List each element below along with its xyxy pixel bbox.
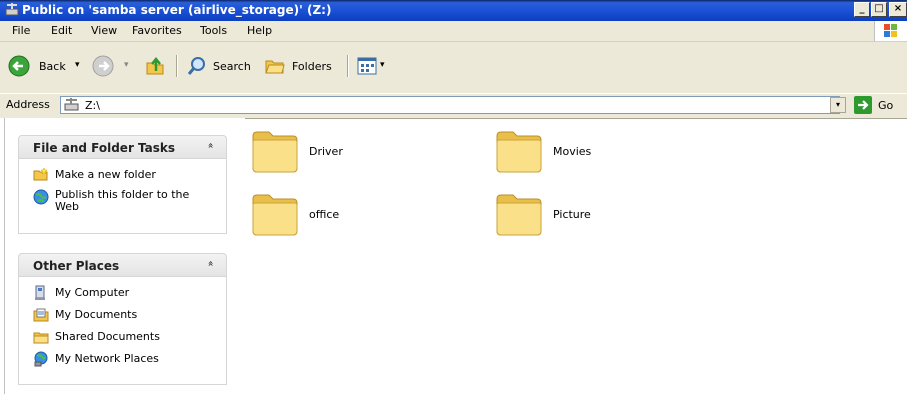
task-pane: File and Folder Tasks » Make a new folde… (0, 118, 245, 394)
tasks-panel-title: File and Folder Tasks (33, 141, 176, 155)
up-folder-button[interactable] (144, 55, 166, 80)
place-my-network-places[interactable]: My Network Places (33, 351, 159, 367)
collapse-chevron-icon[interactable]: » (205, 260, 216, 266)
folder-name: office (309, 208, 340, 221)
forward-dropdown-icon[interactable]: ▾ (124, 60, 129, 70)
toolbar: Back ▾ ▾ Search Folders ▾ (0, 42, 907, 93)
menu-favorites[interactable]: Favorites (132, 24, 182, 37)
menu-bar: File Edit View Favorites Tools Help (0, 21, 907, 42)
place-my-documents[interactable]: My Documents (33, 307, 137, 323)
folders-label: Folders (292, 60, 332, 73)
folder-name: Picture (553, 208, 591, 221)
my-computer-icon (33, 285, 49, 301)
collapse-chevron-icon[interactable]: » (205, 142, 216, 148)
folder-view: Driver Movies office Picture (245, 118, 907, 394)
network-places-icon (33, 351, 49, 367)
toolbar-separator (347, 55, 349, 77)
close-button[interactable]: × (889, 2, 907, 17)
folder-item[interactable]: Driver (251, 128, 451, 180)
search-icon (186, 55, 208, 80)
folder-icon (252, 194, 298, 236)
address-dropdown-button[interactable]: ▾ (830, 97, 846, 113)
menu-edit[interactable]: Edit (51, 24, 72, 37)
places-panel-title: Other Places (33, 259, 120, 273)
place-label: Shared Documents (55, 330, 160, 343)
my-documents-icon (33, 307, 49, 323)
folder-icon (496, 194, 542, 236)
tasks-panel-header[interactable]: File and Folder Tasks » (18, 135, 227, 158)
folder-icon (496, 131, 542, 173)
file-folder-tasks-panel: File and Folder Tasks » Make a new folde… (18, 135, 227, 234)
back-label: Back (39, 60, 66, 73)
tasks-panel-body: Make a new folder Publish this folder to… (18, 158, 227, 234)
pane-border (4, 118, 5, 394)
places-panel-body: My Computer My Documents Shared Document… (18, 276, 227, 385)
search-button[interactable]: Search (186, 55, 258, 77)
publish-web-icon (33, 189, 49, 205)
menu-view[interactable]: View (91, 24, 117, 37)
network-drive-icon (63, 97, 81, 116)
toolbar-separator (176, 55, 178, 77)
search-label: Search (213, 60, 251, 73)
address-label: Address (6, 98, 50, 111)
folders-button[interactable]: Folders (264, 55, 340, 77)
menu-file[interactable]: File (12, 24, 30, 37)
place-label: My Network Places (55, 352, 159, 365)
views-dropdown-icon[interactable]: ▾ (380, 60, 385, 70)
go-arrow-icon (854, 96, 872, 117)
shared-documents-icon (33, 329, 49, 345)
windows-logo-icon (874, 21, 907, 41)
place-my-computer[interactable]: My Computer (33, 285, 129, 301)
maximize-button[interactable]: □ (871, 2, 887, 17)
window-title: Public on 'samba server (airlive_storage… (22, 3, 332, 17)
views-icon (356, 55, 378, 80)
new-folder-icon (33, 167, 49, 183)
back-dropdown-icon[interactable]: ▾ (75, 60, 80, 70)
menu-help[interactable]: Help (247, 24, 272, 37)
other-places-panel: Other Places » My Computer My Documents … (18, 253, 227, 385)
folder-icon (252, 131, 298, 173)
address-value: Z:\ (85, 99, 100, 112)
folder-name: Driver (309, 145, 343, 158)
places-panel-header[interactable]: Other Places » (18, 253, 227, 276)
task-label: Make a new folder (55, 168, 156, 181)
menu-tools[interactable]: Tools (200, 24, 227, 37)
folders-icon (264, 55, 286, 80)
back-arrow-icon (8, 55, 30, 80)
place-label: My Computer (55, 286, 130, 299)
folder-name: Movies (553, 145, 592, 158)
address-bar: Address Z:\ ▾ Go (0, 93, 907, 119)
go-button[interactable]: Go (854, 96, 904, 114)
views-button[interactable]: ▾ (356, 55, 392, 77)
go-label: Go (878, 99, 894, 112)
minimize-button[interactable]: _ (854, 2, 870, 17)
title-bar[interactable]: Public on 'samba server (airlive_storage… (0, 0, 907, 21)
place-shared-documents[interactable]: Shared Documents (33, 329, 160, 345)
folder-item[interactable]: office (251, 191, 451, 243)
forward-button[interactable] (92, 55, 114, 80)
folder-item[interactable]: Movies (495, 128, 695, 180)
task-publish-web[interactable]: Publish this folder to the Web (33, 189, 213, 213)
folder-item[interactable]: Picture (495, 191, 695, 243)
address-input[interactable]: Z:\ (60, 96, 840, 114)
place-label: My Documents (55, 308, 138, 321)
network-drive-icon (4, 2, 20, 18)
task-make-new-folder[interactable]: Make a new folder (33, 167, 156, 183)
task-label: Publish this folder to the Web (55, 188, 190, 213)
